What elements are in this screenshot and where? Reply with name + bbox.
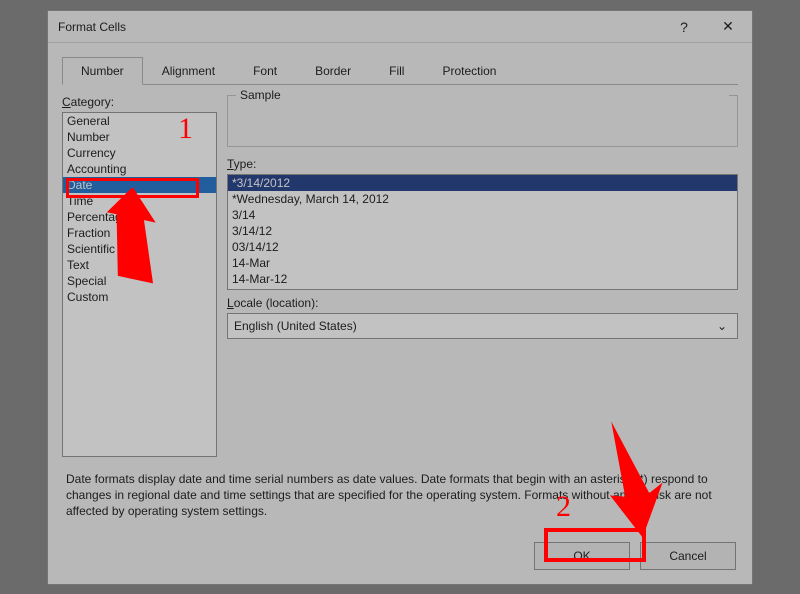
category-item-number[interactable]: Number	[63, 129, 216, 145]
category-item-percentage[interactable]: Percentage	[63, 209, 216, 225]
category-item-custom[interactable]: Custom	[63, 289, 216, 305]
category-item-time[interactable]: Time	[63, 193, 216, 209]
close-button[interactable]: ✕	[706, 12, 750, 42]
type-item[interactable]: 3/14/12	[228, 223, 737, 239]
description-text: Date formats display date and time seria…	[48, 457, 752, 520]
cancel-button[interactable]: Cancel	[640, 542, 736, 570]
locale-label: Locale (location):	[227, 296, 738, 310]
format-cells-dialog: Format Cells ? ✕ Number Alignment Font B…	[47, 10, 753, 585]
locale-dropdown[interactable]: English (United States) ⌄	[227, 313, 738, 339]
type-item[interactable]: *Wednesday, March 14, 2012	[228, 191, 737, 207]
type-item[interactable]: 14-Mar-12	[228, 271, 737, 287]
help-button[interactable]: ?	[662, 12, 706, 42]
tab-fill[interactable]: Fill	[370, 57, 423, 85]
sample-box: Sample	[227, 95, 738, 147]
type-item[interactable]: 3/14	[228, 207, 737, 223]
category-item-text[interactable]: Text	[63, 257, 216, 273]
category-column: Category: General Number Currency Accoun…	[62, 95, 217, 457]
category-item-date[interactable]: Date	[63, 177, 216, 193]
type-item[interactable]: 14-Mar	[228, 255, 737, 271]
sample-label: Sample	[236, 88, 729, 102]
tab-font[interactable]: Font	[234, 57, 296, 85]
ok-button[interactable]: OK	[534, 542, 630, 570]
dialog-title: Format Cells	[58, 20, 662, 34]
chevron-down-icon: ⌄	[713, 319, 731, 333]
type-label: Type:	[227, 157, 738, 171]
locale-value: English (United States)	[234, 319, 357, 333]
category-item-special[interactable]: Special	[63, 273, 216, 289]
type-listbox[interactable]: *3/14/2012 *Wednesday, March 14, 2012 3/…	[227, 174, 738, 290]
category-listbox[interactable]: General Number Currency Accounting Date …	[62, 112, 217, 457]
settings-column: Sample Type: *3/14/2012 *Wednesday, Marc…	[227, 95, 738, 457]
tab-number[interactable]: Number	[62, 57, 143, 85]
category-label: Category:	[62, 95, 217, 109]
category-item-fraction[interactable]: Fraction	[63, 225, 216, 241]
titlebar: Format Cells ? ✕	[48, 11, 752, 43]
sample-value	[236, 114, 729, 128]
tab-strip: Number Alignment Font Border Fill Protec…	[48, 43, 752, 85]
category-item-general[interactable]: General	[63, 113, 216, 129]
tab-alignment[interactable]: Alignment	[143, 57, 234, 85]
category-item-currency[interactable]: Currency	[63, 145, 216, 161]
category-item-scientific[interactable]: Scientific	[63, 241, 216, 257]
type-item[interactable]: 03/14/12	[228, 239, 737, 255]
type-item[interactable]: *3/14/2012	[228, 175, 737, 191]
dialog-content: Category: General Number Currency Accoun…	[48, 85, 752, 457]
button-row: OK Cancel	[534, 542, 736, 570]
category-item-accounting[interactable]: Accounting	[63, 161, 216, 177]
tab-border[interactable]: Border	[296, 57, 370, 85]
tab-protection[interactable]: Protection	[423, 57, 515, 85]
